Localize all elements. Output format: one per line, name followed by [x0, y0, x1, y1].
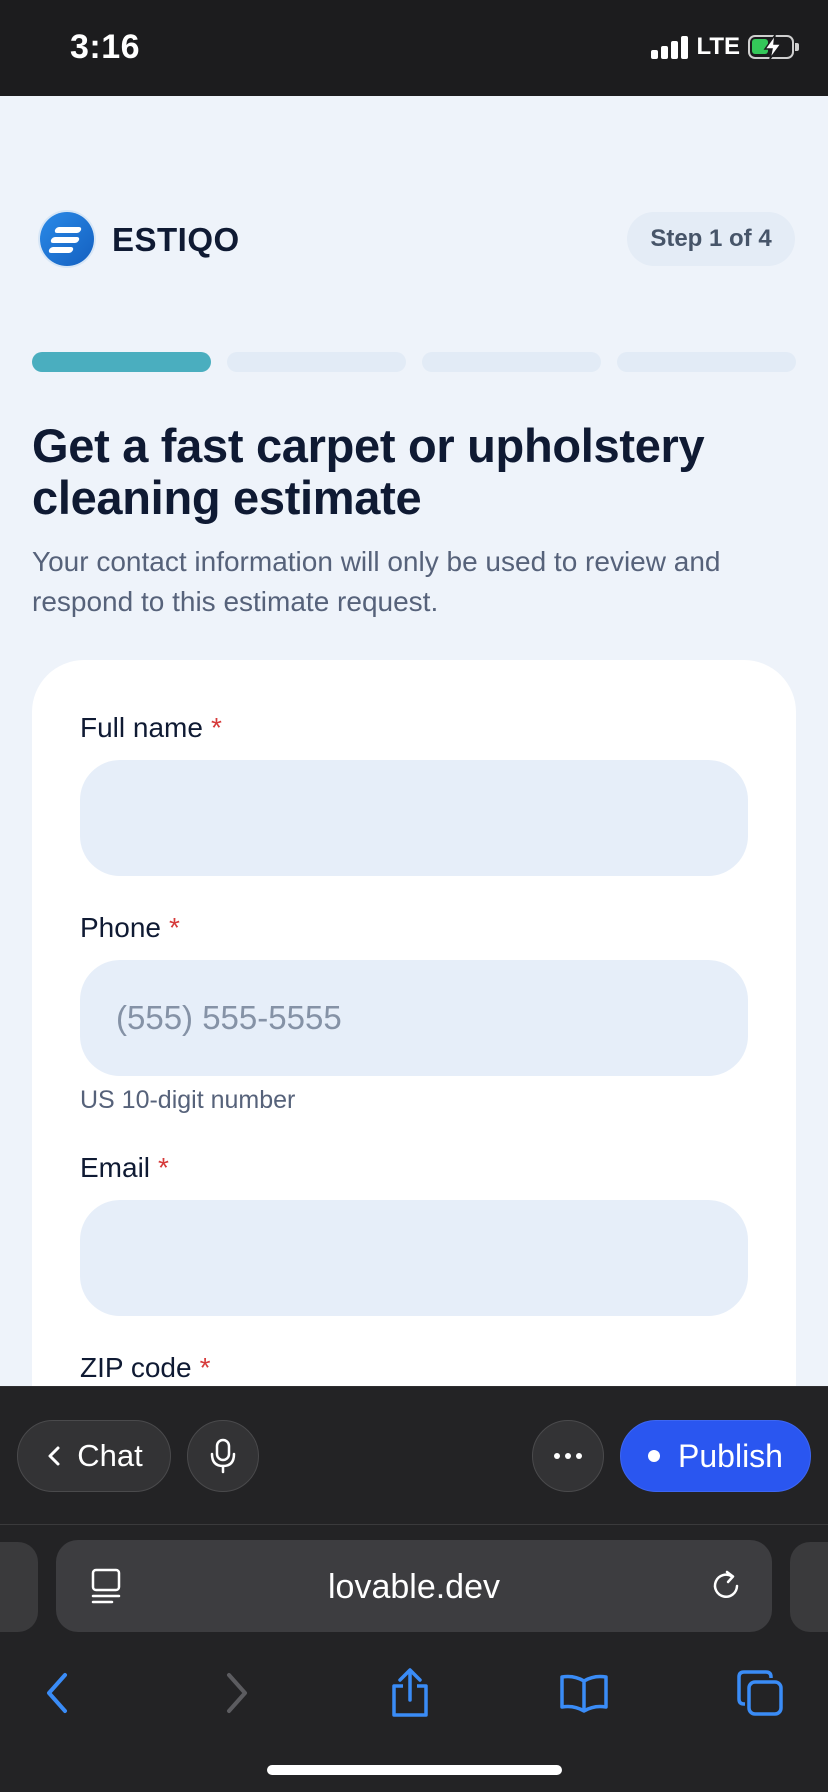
more-options-button[interactable] — [532, 1420, 604, 1492]
publish-button[interactable]: Publish — [620, 1420, 811, 1492]
required-mark: * — [199, 1352, 211, 1383]
progress-segment-1 — [32, 352, 211, 372]
step-indicator: Step 1 of 4 — [627, 212, 795, 266]
full-name-input[interactable] — [80, 760, 748, 876]
chat-label: Chat — [77, 1438, 143, 1473]
bookmarks-button[interactable] — [554, 1663, 614, 1723]
required-mark: * — [168, 912, 180, 943]
privacy-note: Your contact information will only be us… — [32, 546, 721, 617]
progress-segment-2 — [227, 352, 406, 372]
battery-charging-icon — [748, 34, 799, 60]
phone-input[interactable] — [80, 960, 748, 1076]
progress-segment-3 — [422, 352, 601, 372]
tabs-button[interactable] — [730, 1663, 790, 1723]
progress-segment-4 — [617, 352, 796, 372]
url-text: lovable.dev — [327, 1568, 500, 1606]
full-name-label: Full name * — [80, 712, 222, 743]
browser-toolbar — [0, 1655, 828, 1735]
address-bar[interactable]: lovable.dev — [56, 1540, 772, 1632]
tabs-icon — [737, 1670, 783, 1716]
reload-icon[interactable] — [710, 1568, 744, 1604]
book-icon — [560, 1674, 608, 1713]
brand-logo-icon — [40, 212, 94, 266]
forward-button[interactable] — [206, 1663, 266, 1723]
brand-name: ESTIQO — [112, 221, 240, 258]
chat-button[interactable]: Chat — [17, 1420, 171, 1492]
share-button[interactable] — [380, 1663, 440, 1723]
status-dot-icon — [648, 1450, 661, 1462]
lovable-toolbar: Chat Publish — [0, 1386, 828, 1524]
email-input[interactable] — [80, 1200, 748, 1316]
status-bar: 3:16 LTE — [0, 0, 828, 96]
required-mark: * — [158, 1152, 169, 1183]
back-arrow-icon — [47, 1673, 67, 1713]
required-mark: * — [210, 712, 222, 743]
zip-label: ZIP code * — [80, 1352, 211, 1383]
back-button[interactable] — [28, 1663, 88, 1723]
browser-chrome: lovable.dev — [0, 1524, 828, 1792]
publish-label: Publish — [678, 1437, 783, 1474]
status-indicators: LTE — [651, 32, 799, 62]
page-title: Get a fast carpet or upholstery cleaning… — [32, 419, 705, 524]
cellular-signal-icon — [651, 35, 689, 59]
microphone-button[interactable] — [187, 1420, 259, 1492]
next-tab-preview[interactable] — [790, 1542, 828, 1632]
chevron-left-icon — [48, 1446, 60, 1466]
phone-helper-text: US 10-digit number — [80, 1086, 296, 1114]
forward-arrow-icon — [227, 1673, 247, 1713]
network-type: LTE — [696, 33, 740, 60]
email-label: Email * — [80, 1152, 169, 1183]
home-indicator[interactable] — [267, 1765, 562, 1775]
phone-label: Phone * — [80, 912, 180, 943]
ellipsis-icon — [554, 1453, 582, 1459]
step-progress-bar — [32, 352, 796, 372]
previous-tab-preview[interactable] — [0, 1542, 38, 1632]
microphone-icon — [210, 1438, 236, 1474]
status-time: 3:16 — [70, 28, 141, 66]
share-icon — [392, 1668, 428, 1717]
